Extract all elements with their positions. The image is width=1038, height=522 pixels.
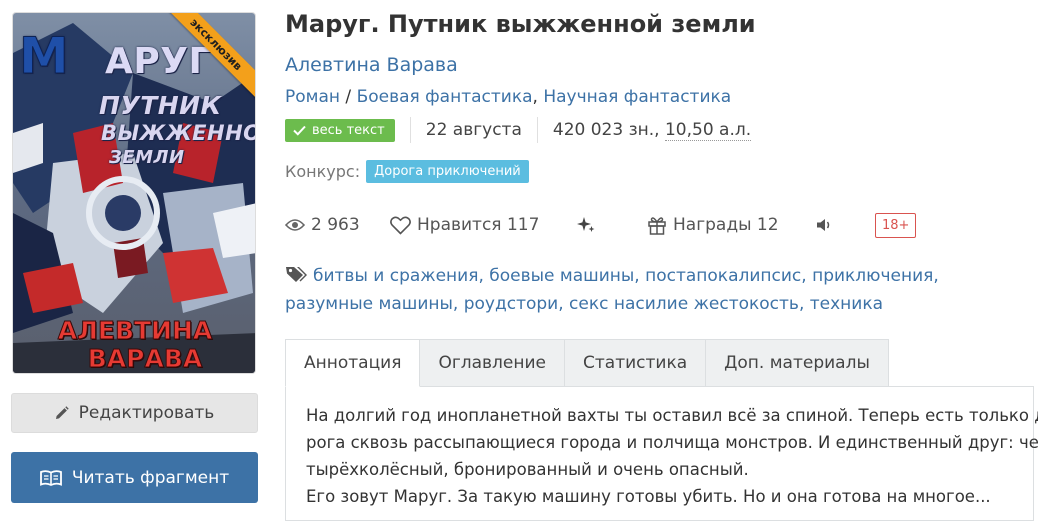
genres-line: Роман / Боевая фантастика, Научная фанта… (285, 87, 731, 107)
heart-icon (390, 215, 411, 235)
tag-link[interactable]: приключения (812, 266, 933, 286)
gift-icon (647, 216, 667, 235)
age-rating: 18+ (875, 212, 917, 238)
tab-annotation[interactable]: Аннотация (285, 339, 421, 387)
open-book-icon (39, 469, 62, 486)
tag-link[interactable]: секс насилие жестокость (569, 294, 799, 314)
tag-link[interactable]: роудстори (464, 294, 559, 314)
awards-button[interactable]: Награды 12 (647, 212, 779, 238)
book-size: 420 023 зн., 10,50 а.л. (552, 120, 752, 141)
cover-title-rest: АРУГ (105, 41, 212, 82)
likes-button[interactable]: Нравится 117 (390, 212, 539, 238)
check-icon (293, 125, 306, 136)
contest-badge[interactable]: Дорога приключений (366, 160, 529, 183)
genre-form-link[interactable]: Роман (285, 87, 340, 107)
meta-divider (536, 117, 538, 143)
tag-link[interactable]: битвы и сражения (313, 266, 478, 286)
tags-icon (285, 265, 309, 291)
annotation-panel: На долгий год инопланетной вахты ты оста… (285, 386, 1038, 521)
genre-link[interactable]: Научная фантастика (543, 87, 731, 107)
book-cover[interactable]: М АРУГ ПУТНИК ВЫЖЖЕННОЙ ЗЕМЛИ АЛЕВТИНА В… (12, 12, 256, 374)
likes-label: Нравится 117 (417, 215, 540, 235)
cover-author-line1: АЛЕВТИНА (57, 316, 213, 346)
tag-link[interactable]: техника (810, 294, 883, 314)
publication-date: 22 августа (425, 120, 522, 140)
age-rating-badge: 18+ (875, 212, 917, 238)
book-title: Маруг. Путник выжженной земли (285, 10, 756, 38)
audio-button[interactable] (815, 212, 839, 238)
awards-label: Награды 12 (673, 215, 779, 235)
read-fragment-label: Читать фрагмент (71, 467, 230, 488)
full-text-label: весь текст (312, 122, 385, 138)
book-size-chars: 420 023 зн., (552, 120, 665, 140)
pencil-icon (55, 406, 69, 420)
annotation-line: тырёхколёсный, бронированный и очень опа… (306, 460, 749, 479)
author-link[interactable]: Алевтина Варава (285, 54, 458, 76)
annotation-line: Его зовут Маруг. За такую машину готовы … (306, 487, 991, 506)
eye-icon (285, 218, 305, 232)
book-meta: весь текст 22 августа 420 023 зн., 10,50… (285, 117, 752, 143)
annotation-text: На долгий год инопланетной вахты ты оста… (306, 402, 1038, 510)
tag-link[interactable]: постапокалипсис (645, 266, 801, 286)
edit-button-label: Редактировать (78, 403, 215, 423)
cover-title-letter: М (18, 27, 70, 86)
contest-label: Конкурс: (285, 162, 361, 181)
cover-author-line2: ВАРАВА (87, 344, 203, 374)
genre-separator: / (340, 87, 357, 107)
tab-statistics[interactable]: Статистика (565, 339, 707, 387)
annotation-line: На долгий год инопланетной вахты ты оста… (306, 406, 1038, 425)
cover-title-line3: ВЫЖЖЕННОЙ (101, 121, 255, 145)
read-fragment-button[interactable]: Читать фрагмент (11, 452, 258, 503)
meta-divider (409, 117, 411, 143)
cover-title-line4: ЗЕМЛИ (109, 147, 185, 168)
genre-link[interactable]: Боевая фантастика (357, 87, 533, 107)
tab-contents[interactable]: Оглавление (420, 339, 565, 387)
tags-list: битвы и сражения, боевые машины, постапо… (285, 265, 939, 314)
cover-title-line2: ПУТНИК (99, 91, 222, 120)
speaker-icon (815, 217, 833, 233)
tag-link[interactable]: разумные машины (285, 294, 453, 314)
tag-link[interactable]: боевые машины (489, 266, 634, 286)
sparkles-icon (576, 216, 596, 234)
edit-button[interactable]: Редактировать (11, 393, 258, 433)
contest-row: Конкурс: Дорога приключений (285, 160, 529, 183)
book-size-al[interactable]: 10,50 а.л. (664, 120, 752, 141)
views-count: 2 963 (311, 215, 360, 235)
tab-extra-materials[interactable]: Доп. материалы (706, 339, 889, 387)
sparkle-button[interactable] (576, 212, 602, 238)
annotation-line: рога сквозь рассыпающиеся города и полчи… (306, 433, 1038, 452)
book-tabs: Аннотация Оглавление Статистика Доп. мат… (285, 339, 889, 387)
views-stat: 2 963 (285, 212, 360, 238)
genre-joiner: , (532, 87, 544, 107)
full-text-badge: весь текст (285, 118, 395, 142)
